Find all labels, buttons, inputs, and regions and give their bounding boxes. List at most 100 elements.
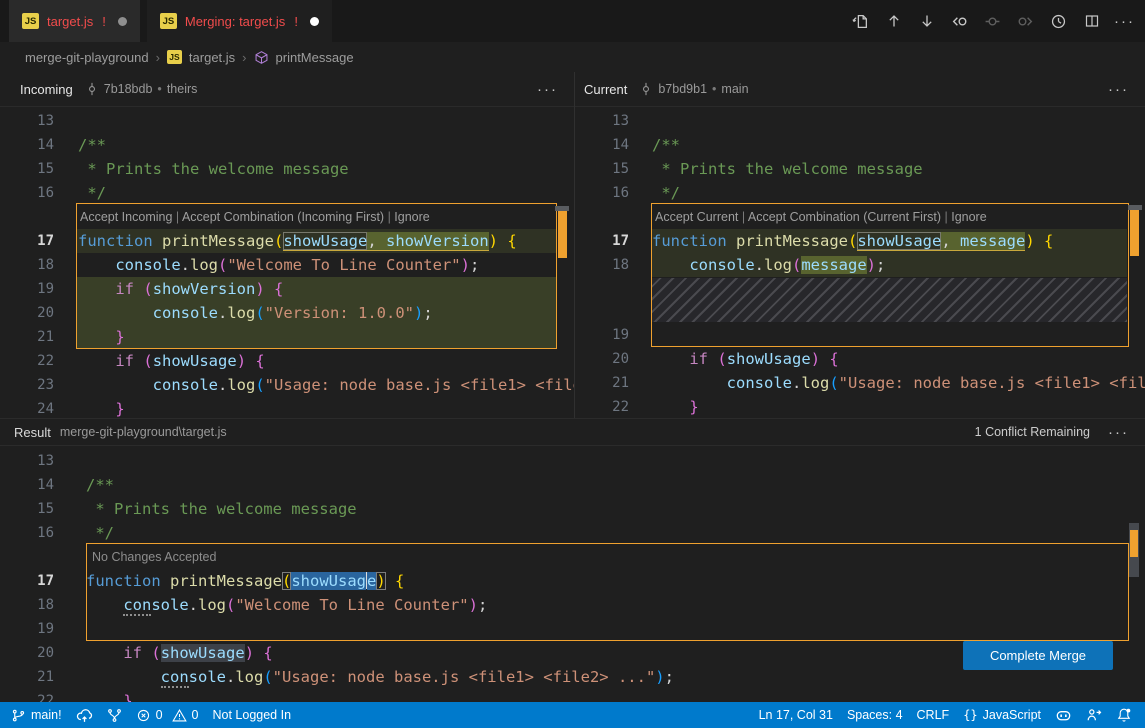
code-line[interactable]: 22 } [0,689,1145,702]
code-line[interactable]: 21 console.log("Usage: node base.js <fil… [575,371,1145,395]
code-token: ( [218,256,227,274]
code-line[interactable]: 19 if (showVersion) { [0,277,574,301]
source-control-graph-button[interactable] [100,702,129,728]
line-number: 18 [0,593,54,617]
code-line[interactable]: 21 } [0,325,574,349]
copilot-status[interactable] [1048,702,1079,728]
code-line[interactable]: 15 * Prints the welcome message [0,497,1145,521]
editor-toolbar: ··· [850,0,1135,42]
code-line[interactable]: 20 if (showUsage) { [575,347,1145,371]
code-token: showVersion [386,232,489,251]
accept-current-link[interactable]: Accept Current [655,210,738,224]
open-file-icon[interactable] [850,11,871,32]
code-line[interactable]: 17function printMessage(showUsage, messa… [575,229,1145,253]
language-status[interactable]: {} JavaScript [956,702,1048,728]
account-status[interactable]: Not Logged In [205,702,298,728]
modified-dot-icon[interactable] [118,17,127,26]
code-token [1035,232,1044,250]
code-line[interactable]: 17function printMessage(showUsage, showV… [0,229,574,253]
code-line[interactable]: 14/** [575,133,1145,157]
code-token: . [218,376,227,394]
code-line[interactable]: 18 console.log("Welcome To Line Counter"… [0,593,1145,617]
code-line[interactable]: 22 if (showUsage) { [0,349,574,373]
code-line[interactable]: 19 [0,617,1145,641]
breadcrumb-symbol[interactable]: printMessage [276,50,354,65]
git-commit-icon [85,82,99,96]
code-line[interactable]: 16 */ [0,521,1145,545]
current-change-icon[interactable] [982,11,1003,32]
feedback-button[interactable] [1079,702,1109,728]
next-conflict-icon[interactable] [916,11,937,32]
pane-divider[interactable] [574,72,575,418]
previous-change-icon[interactable] [949,11,970,32]
breadcrumb-folder[interactable]: merge-git-playground [25,50,149,65]
editor-current[interactable]: 1314/**15 * Prints the welcome message16… [575,107,1145,418]
eol-status[interactable]: CRLF [910,702,957,728]
code-line[interactable]: 20 console.log("Version: 1.0.0"); [0,301,574,325]
code-line[interactable]: 17function printMessage(showUsage) { [0,569,1145,593]
code-token: "Version: 1.0.0" [265,304,414,322]
more-actions-icon[interactable]: ··· [1108,81,1129,98]
code-token: function [652,232,727,250]
code-line[interactable]: 24 } [0,397,574,418]
notifications-button[interactable] [1109,702,1139,728]
incoming-branch: theirs [167,82,198,96]
previous-conflict-icon[interactable] [883,11,904,32]
code-token [265,280,274,298]
code-line[interactable]: 15 * Prints the welcome message [0,157,574,181]
code-token: */ [652,184,680,202]
result-file-path: merge-git-playground\target.js [60,425,227,439]
editor-incoming[interactable]: 1314/**15 * Prints the welcome message16… [0,107,574,418]
history-icon[interactable] [1048,11,1069,32]
problems-status[interactable]: 0 0 [129,702,206,728]
code-token: . [755,256,764,274]
code-line[interactable]: 14/** [0,473,1145,497]
code-token: * Prints the welcome message [78,160,349,178]
code-token [78,256,115,274]
code-line[interactable]: 22 } [575,395,1145,418]
code-line[interactable]: 23 console.log("Usage: node base.js <fil… [0,373,574,397]
code-token: if [689,350,708,368]
complete-merge-button[interactable]: Complete Merge [963,641,1113,670]
code-line[interactable]: 13 [0,449,1145,473]
breadcrumb-file[interactable]: target.js [189,50,235,65]
git-branch-status[interactable]: main! [4,702,69,728]
code-token: . [792,374,801,392]
more-actions-icon[interactable]: ··· [1108,424,1129,441]
code-line[interactable]: 18 console.log("Welcome To Line Counter"… [0,253,574,277]
accept-combination-current-link[interactable]: Accept Combination (Current First) [748,210,941,224]
accept-combination-incoming-link[interactable]: Accept Combination (Incoming First) [182,210,384,224]
code-line[interactable]: 16 */ [575,181,1145,205]
code-token: . [181,256,190,274]
ignore-incoming-link[interactable]: Ignore [394,210,429,224]
code-token: ) [376,572,385,590]
tab-target-js[interactable]: JS target.js ! [9,0,140,42]
modified-dot-icon[interactable] [310,17,319,26]
cursor-position-status[interactable]: Ln 17, Col 31 [752,702,840,728]
dot-separator: • [712,82,716,96]
code-line[interactable]: 15 * Prints the welcome message [575,157,1145,181]
accept-incoming-link[interactable]: Accept Incoming [80,210,172,224]
code-token: ( [717,350,726,368]
code-line[interactable]: 19 [575,323,1145,347]
code-token: { [274,280,283,298]
code-token: showUsage [283,232,367,251]
line-number: 18 [0,253,54,277]
code-line[interactable]: 13 [575,109,1145,133]
tab-merging-target-js[interactable]: JS Merging: target.js ! [147,0,332,42]
split-editor-icon[interactable] [1081,11,1102,32]
publish-changes-button[interactable] [69,702,100,728]
more-actions-icon[interactable]: ··· [1114,11,1135,32]
next-change-icon[interactable] [1015,11,1036,32]
code-line[interactable]: 14/** [0,133,574,157]
code-token: ( [143,280,152,298]
code-line[interactable]: 18 console.log(message); [575,253,1145,277]
code-token: ( [151,644,160,662]
code-line[interactable]: 16 */ [0,181,574,205]
line-number: 15 [575,157,629,181]
ignore-current-link[interactable]: Ignore [951,210,986,224]
line-number: 16 [575,181,629,205]
code-line[interactable]: 13 [0,109,574,133]
indentation-status[interactable]: Spaces: 4 [840,702,910,728]
more-actions-icon[interactable]: ··· [537,81,558,98]
